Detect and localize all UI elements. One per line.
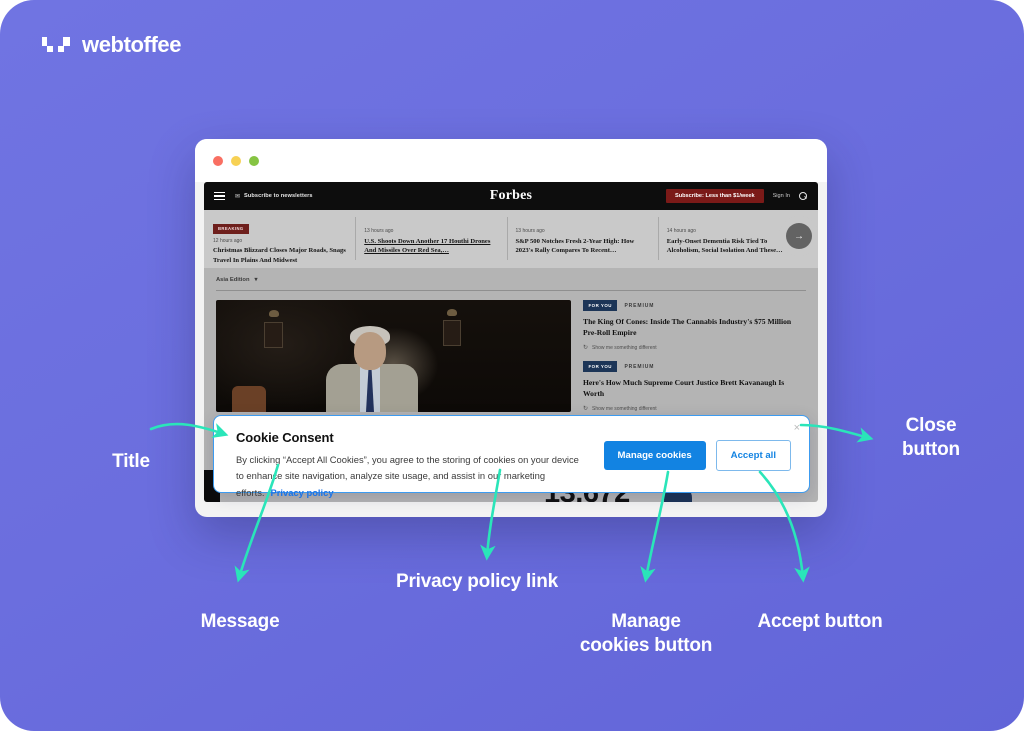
annotation-message: Message — [200, 611, 280, 632]
annotation-close: Close button — [872, 414, 990, 462]
annotation-close-line1: Close — [905, 415, 957, 436]
arrow-to-title — [149, 422, 229, 438]
arrow-to-accept-button — [758, 470, 810, 583]
annotation-accept: Accept button — [757, 611, 883, 632]
annotation-title: Title — [112, 451, 150, 472]
annotation-privacy-policy: Privacy policy link — [395, 571, 558, 592]
poster-canvas: webtoffee ✉ Subscribe to newsletters For… — [0, 0, 1024, 731]
arrow-to-message — [234, 463, 280, 583]
annotation-manage-cookies: Manage cookies button — [566, 610, 726, 658]
annotation-manage-line1: Manage — [611, 611, 681, 632]
annotation-close-line2: button — [902, 438, 960, 460]
arrow-to-privacy-link — [480, 468, 502, 561]
annotation-manage-line2: cookies button — [579, 634, 713, 656]
arrow-to-close-button — [799, 423, 874, 443]
arrow-to-manage-button — [640, 470, 670, 583]
